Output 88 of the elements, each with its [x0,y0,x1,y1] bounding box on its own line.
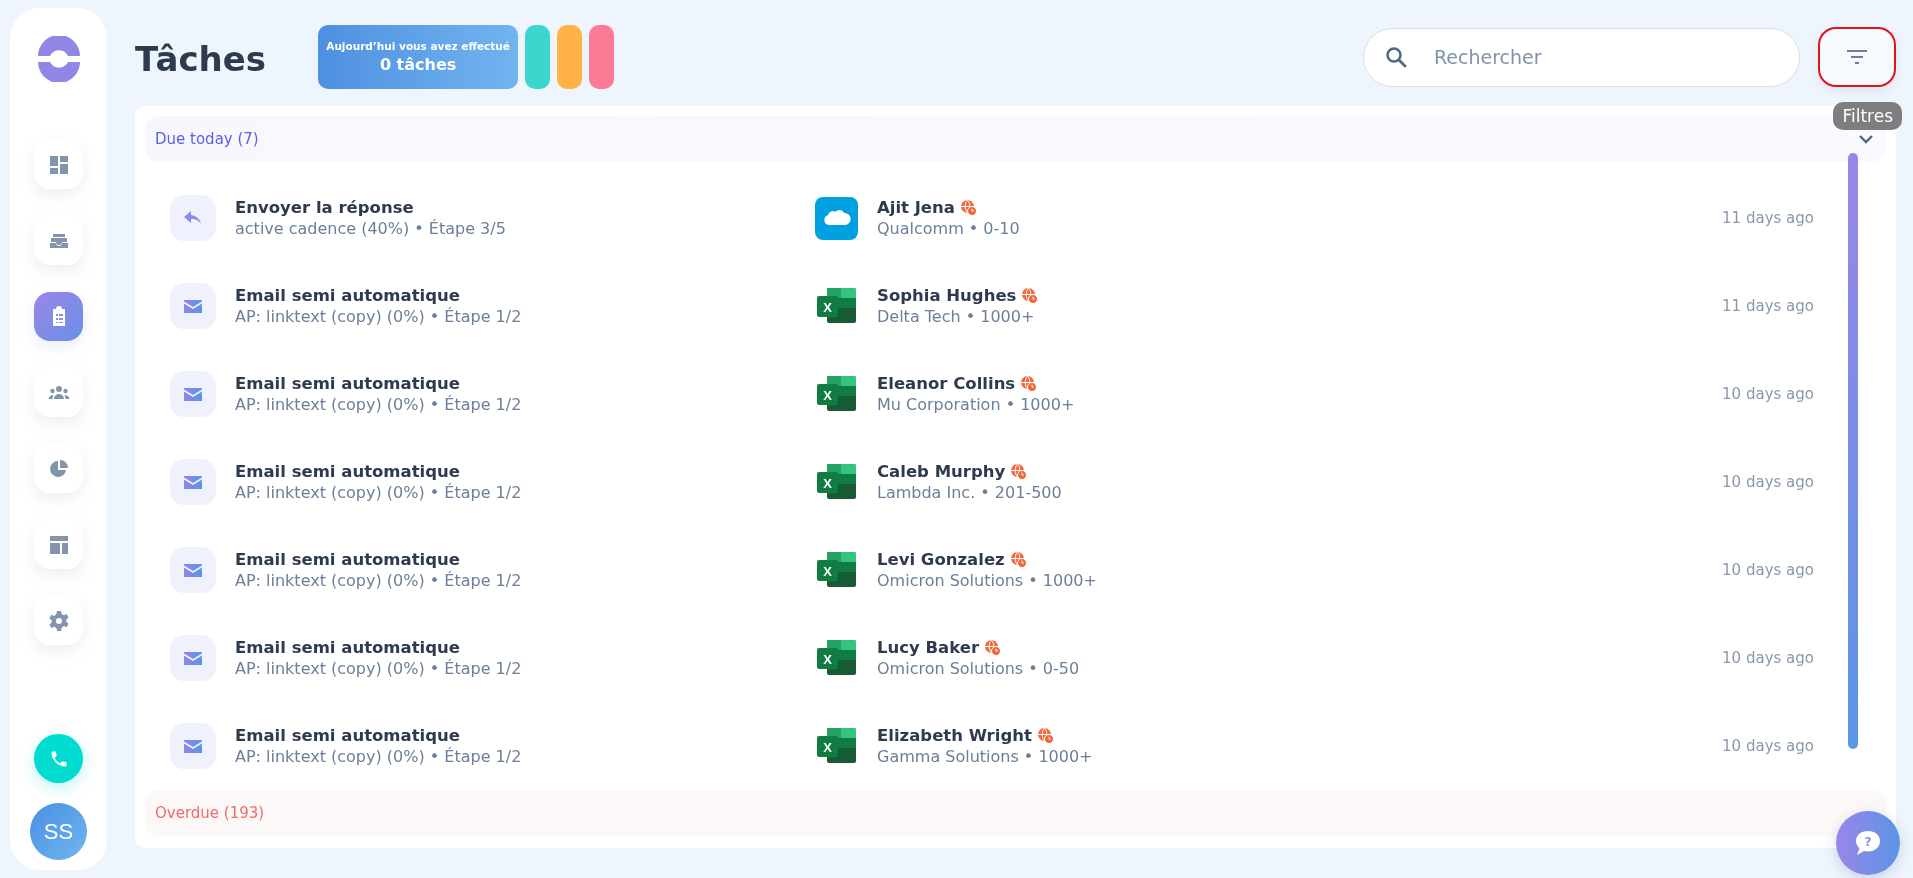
contact-name[interactable]: Sophia Hughes [877,286,1017,305]
sidebar-nav-button[interactable] [34,596,83,645]
sidebar-nav-button[interactable] [34,216,83,265]
task-title[interactable]: Email semi automatique [235,462,815,481]
task-subtitle: active cadence (40%) • Étape 3/5 [235,219,507,238]
contact-name[interactable]: Caleb Murphy [877,462,1006,481]
task-time: 10 days ago [1722,649,1814,667]
globe-clock-icon [1021,287,1039,304]
section-title: Due today (7) [155,130,259,148]
envelope-icon [183,738,203,754]
globe-clock-icon [1009,551,1027,568]
spreadsheet-logo-icon [817,287,856,323]
contact-name[interactable]: Lucy Baker [877,638,980,657]
stat-pill[interactable] [589,25,615,89]
envelope-icon [183,474,203,490]
envelope-icon [183,298,203,314]
spreadsheet-letter: X [823,299,832,314]
task-subtitle: AP: linktext (copy) (0%) • Étape 1/2 [235,747,523,766]
spreadsheet-logo-icon [817,727,856,763]
globe-clock-icon [959,199,977,216]
phone-button[interactable] [34,734,83,783]
spreadsheet-letter: X [823,563,832,578]
spreadsheet-logo-icon [817,463,856,499]
envelope-icon [183,650,203,666]
page-title: Tâches [135,38,267,79]
spreadsheet-logo-icon [817,551,856,587]
task-title[interactable]: Envoyer la réponse [235,198,815,217]
sidebar-nav-button[interactable] [34,444,83,493]
company-info: Omicron Solutions • 0-50 [877,659,1081,678]
stat-pill[interactable] [525,25,551,89]
task-time: 11 days ago [1722,297,1814,315]
globe-clock-icon [1020,375,1038,392]
task-time: 10 days ago [1722,561,1814,579]
filter-button[interactable] [1818,27,1896,87]
help-label: ? [1864,835,1872,849]
search-icon [1384,45,1408,69]
task-subtitle: AP: linktext (copy) (0%) • Étape 1/2 [235,659,523,678]
company-info: Qualcomm • 0-10 [877,219,1021,238]
filter-icon [1845,49,1869,65]
company-info: Delta Tech • 1000+ [877,307,1036,326]
task-subtitle: AP: linktext (copy) (0%) • Étape 1/2 [235,483,523,502]
logo-icon [35,36,82,82]
reply-icon [183,210,203,226]
stats-caption: Aujourd’hui vous avez effectué [326,40,510,52]
sidebar-nav-button[interactable] [34,292,83,341]
globe-clock-icon [1010,463,1028,480]
task-title[interactable]: Email semi automatique [235,374,815,393]
envelope-icon [183,386,203,402]
stats-count: 0 tâches [379,55,457,74]
company-info: Omicron Solutions • 1000+ [877,571,1098,590]
scrollbar[interactable] [1848,153,1858,749]
company-info: Mu Corporation • 1000+ [877,395,1076,414]
task-subtitle: AP: linktext (copy) (0%) • Étape 1/2 [235,395,523,414]
task-time: 11 days ago [1722,209,1814,227]
spreadsheet-logo-icon [817,375,856,411]
company-info: Lambda Inc. • 201-500 [877,483,1063,502]
globe-clock-icon [1036,727,1054,744]
task-title[interactable]: Email semi automatique [235,550,815,569]
spreadsheet-logo-icon [817,639,856,675]
settings-icon [46,608,71,633]
task-time: 10 days ago [1722,385,1814,403]
section-title: Overdue (193) [155,804,265,822]
task-time: 10 days ago [1722,473,1814,491]
company-info: Gamma Solutions • 1000+ [877,747,1094,766]
spreadsheet-letter: X [823,475,832,490]
sidebar-nav-button[interactable] [34,140,83,189]
task-title[interactable]: Email semi automatique [235,638,815,657]
task-time: 10 days ago [1722,737,1814,755]
globe-clock-icon [984,639,1002,656]
contact-name[interactable]: Ajit Jena [877,198,955,217]
search-field[interactable]: Rechercher [1363,27,1800,87]
sidebar-nav-button[interactable] [34,368,83,417]
spreadsheet-letter: X [823,739,832,754]
cloud-logo-icon [815,196,858,240]
envelope-icon [183,562,203,578]
task-title[interactable]: Email semi automatique [235,726,815,745]
spreadsheet-letter: X [823,651,832,666]
contact-name[interactable]: Levi Gonzalez [877,550,1005,569]
stat-pill[interactable] [557,25,583,89]
spreadsheet-letter: X [823,387,832,402]
filter-tooltip: Filtres [1833,102,1902,130]
task-subtitle: AP: linktext (copy) (0%) • Étape 1/2 [235,571,523,590]
task-subtitle: AP: linktext (copy) (0%) • Étape 1/2 [235,307,523,326]
search-input[interactable]: Rechercher [1434,28,1799,86]
task-title[interactable]: Email semi automatique [235,286,815,305]
contact-name[interactable]: Elizabeth Wright [877,726,1032,745]
sidebar-nav-button[interactable] [34,520,83,569]
contact-name[interactable]: Eleanor Collins [877,374,1016,393]
